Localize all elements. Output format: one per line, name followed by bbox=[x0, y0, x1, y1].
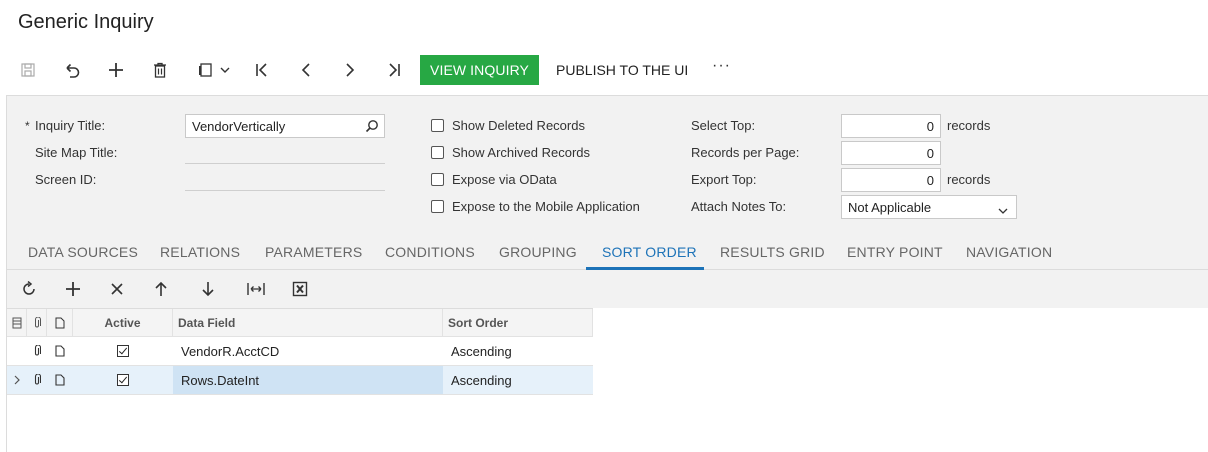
expose-odata-label: Expose via OData bbox=[452, 172, 557, 187]
tab-sort-order[interactable]: SORT ORDER bbox=[602, 244, 697, 260]
export-top-suffix: records bbox=[947, 172, 991, 187]
tab-parameters[interactable]: PARAMETERS bbox=[265, 244, 362, 260]
show-deleted-label: Show Deleted Records bbox=[452, 118, 585, 133]
active-checkbox[interactable] bbox=[73, 337, 173, 365]
grid-toolbar bbox=[7, 270, 1208, 308]
add-icon[interactable] bbox=[104, 58, 128, 82]
inquiry-title-input[interactable]: VendorVertically bbox=[185, 114, 385, 138]
records-per-page-input[interactable]: 0 bbox=[841, 141, 941, 165]
next-record-icon[interactable] bbox=[338, 58, 362, 82]
active-checkbox[interactable] bbox=[73, 366, 173, 394]
records-per-page-value: 0 bbox=[926, 145, 934, 161]
chevron-down-icon bbox=[998, 203, 1008, 218]
records-per-page-label: Records per Page: bbox=[691, 145, 800, 160]
note-icon[interactable] bbox=[47, 337, 73, 365]
undo-icon[interactable] bbox=[60, 58, 84, 82]
export-top-value: 0 bbox=[926, 172, 934, 188]
inquiry-title-label: Inquiry Title: bbox=[35, 118, 106, 133]
more-actions-button[interactable]: ··· bbox=[712, 57, 731, 75]
note-header-icon bbox=[47, 309, 73, 336]
sort-order-cell[interactable]: Ascending bbox=[443, 366, 593, 394]
site-map-title-label: Site Map Title: bbox=[35, 145, 118, 160]
attach-notes-label: Attach Notes To: bbox=[691, 199, 787, 214]
first-record-icon[interactable] bbox=[250, 58, 274, 82]
refresh-icon[interactable] bbox=[19, 279, 39, 299]
expose-mobile-label: Expose to the Mobile Application bbox=[452, 199, 640, 214]
select-top-input[interactable]: 0 bbox=[841, 114, 941, 138]
attach-notes-select[interactable]: Not Applicable bbox=[841, 195, 1017, 219]
select-top-label: Select Top: bbox=[691, 118, 756, 133]
sort-order-cell[interactable]: Ascending bbox=[443, 337, 593, 365]
row-selector-header-icon[interactable] bbox=[7, 309, 27, 336]
add-row-icon[interactable] bbox=[63, 279, 83, 299]
attachment-header-icon bbox=[27, 309, 47, 336]
data-field-cell[interactable]: Rows.DateInt bbox=[173, 366, 443, 394]
export-top-label: Export Top: bbox=[691, 172, 757, 187]
expose-odata-checkbox[interactable] bbox=[431, 173, 444, 186]
data-field-cell[interactable]: VendorR.AcctCD bbox=[173, 337, 443, 365]
sort-order-grid: Active Data Field Sort Order VendorR.Acc… bbox=[7, 308, 593, 395]
tab-entry-point[interactable]: ENTRY POINT bbox=[847, 244, 943, 260]
fit-columns-icon[interactable] bbox=[246, 279, 266, 299]
screen-id-input[interactable] bbox=[185, 167, 385, 191]
previous-record-icon[interactable] bbox=[294, 58, 318, 82]
attachment-icon[interactable] bbox=[27, 337, 47, 365]
export-top-input[interactable]: 0 bbox=[841, 168, 941, 192]
tab-conditions[interactable]: CONDITIONS bbox=[385, 244, 475, 260]
grid-header-row: Active Data Field Sort Order bbox=[7, 308, 593, 337]
table-row[interactable]: VendorR.AcctCD Ascending bbox=[7, 337, 593, 366]
note-icon[interactable] bbox=[47, 366, 73, 394]
search-icon[interactable] bbox=[365, 119, 379, 136]
export-excel-icon[interactable] bbox=[290, 279, 310, 299]
site-map-title-input[interactable] bbox=[185, 140, 385, 164]
move-down-icon[interactable] bbox=[198, 279, 218, 299]
show-archived-label: Show Archived Records bbox=[452, 145, 591, 160]
publish-to-ui-button[interactable]: PUBLISH TO THE UI bbox=[556, 55, 688, 85]
tab-grouping[interactable]: GROUPING bbox=[499, 244, 577, 260]
active-column-header[interactable]: Active bbox=[73, 309, 173, 336]
attachment-icon[interactable] bbox=[27, 366, 47, 394]
select-top-value: 0 bbox=[926, 118, 934, 134]
show-archived-checkbox[interactable] bbox=[431, 146, 444, 159]
tab-relations[interactable]: RELATIONS bbox=[160, 244, 240, 260]
tab-navigation[interactable]: NAVIGATION bbox=[966, 244, 1052, 260]
delete-icon[interactable] bbox=[148, 58, 172, 82]
save-icon[interactable] bbox=[16, 58, 40, 82]
view-inquiry-button[interactable]: VIEW INQUIRY bbox=[420, 55, 539, 85]
table-row[interactable]: Rows.DateInt Ascending bbox=[7, 366, 593, 395]
show-deleted-checkbox[interactable] bbox=[431, 119, 444, 132]
attach-notes-value: Not Applicable bbox=[848, 199, 932, 215]
copy-paste-icon[interactable] bbox=[194, 58, 234, 82]
row-selector[interactable] bbox=[7, 337, 27, 365]
expose-mobile-checkbox[interactable] bbox=[431, 200, 444, 213]
delete-row-icon[interactable] bbox=[107, 279, 127, 299]
last-record-icon[interactable] bbox=[382, 58, 406, 82]
page-title: Generic Inquiry bbox=[18, 11, 154, 33]
screen-id-label: Screen ID: bbox=[35, 172, 97, 187]
tab-results-grid[interactable]: RESULTS GRID bbox=[720, 244, 825, 260]
data-field-column-header[interactable]: Data Field bbox=[173, 309, 443, 336]
move-up-icon[interactable] bbox=[151, 279, 171, 299]
sort-order-column-header[interactable]: Sort Order bbox=[443, 309, 593, 336]
current-row-chevron-icon[interactable] bbox=[7, 366, 27, 394]
inquiry-title-value: VendorVertically bbox=[192, 118, 286, 134]
select-top-suffix: records bbox=[947, 118, 991, 133]
tab-data-sources[interactable]: DATA SOURCES bbox=[28, 244, 138, 260]
required-marker: * bbox=[25, 119, 30, 133]
